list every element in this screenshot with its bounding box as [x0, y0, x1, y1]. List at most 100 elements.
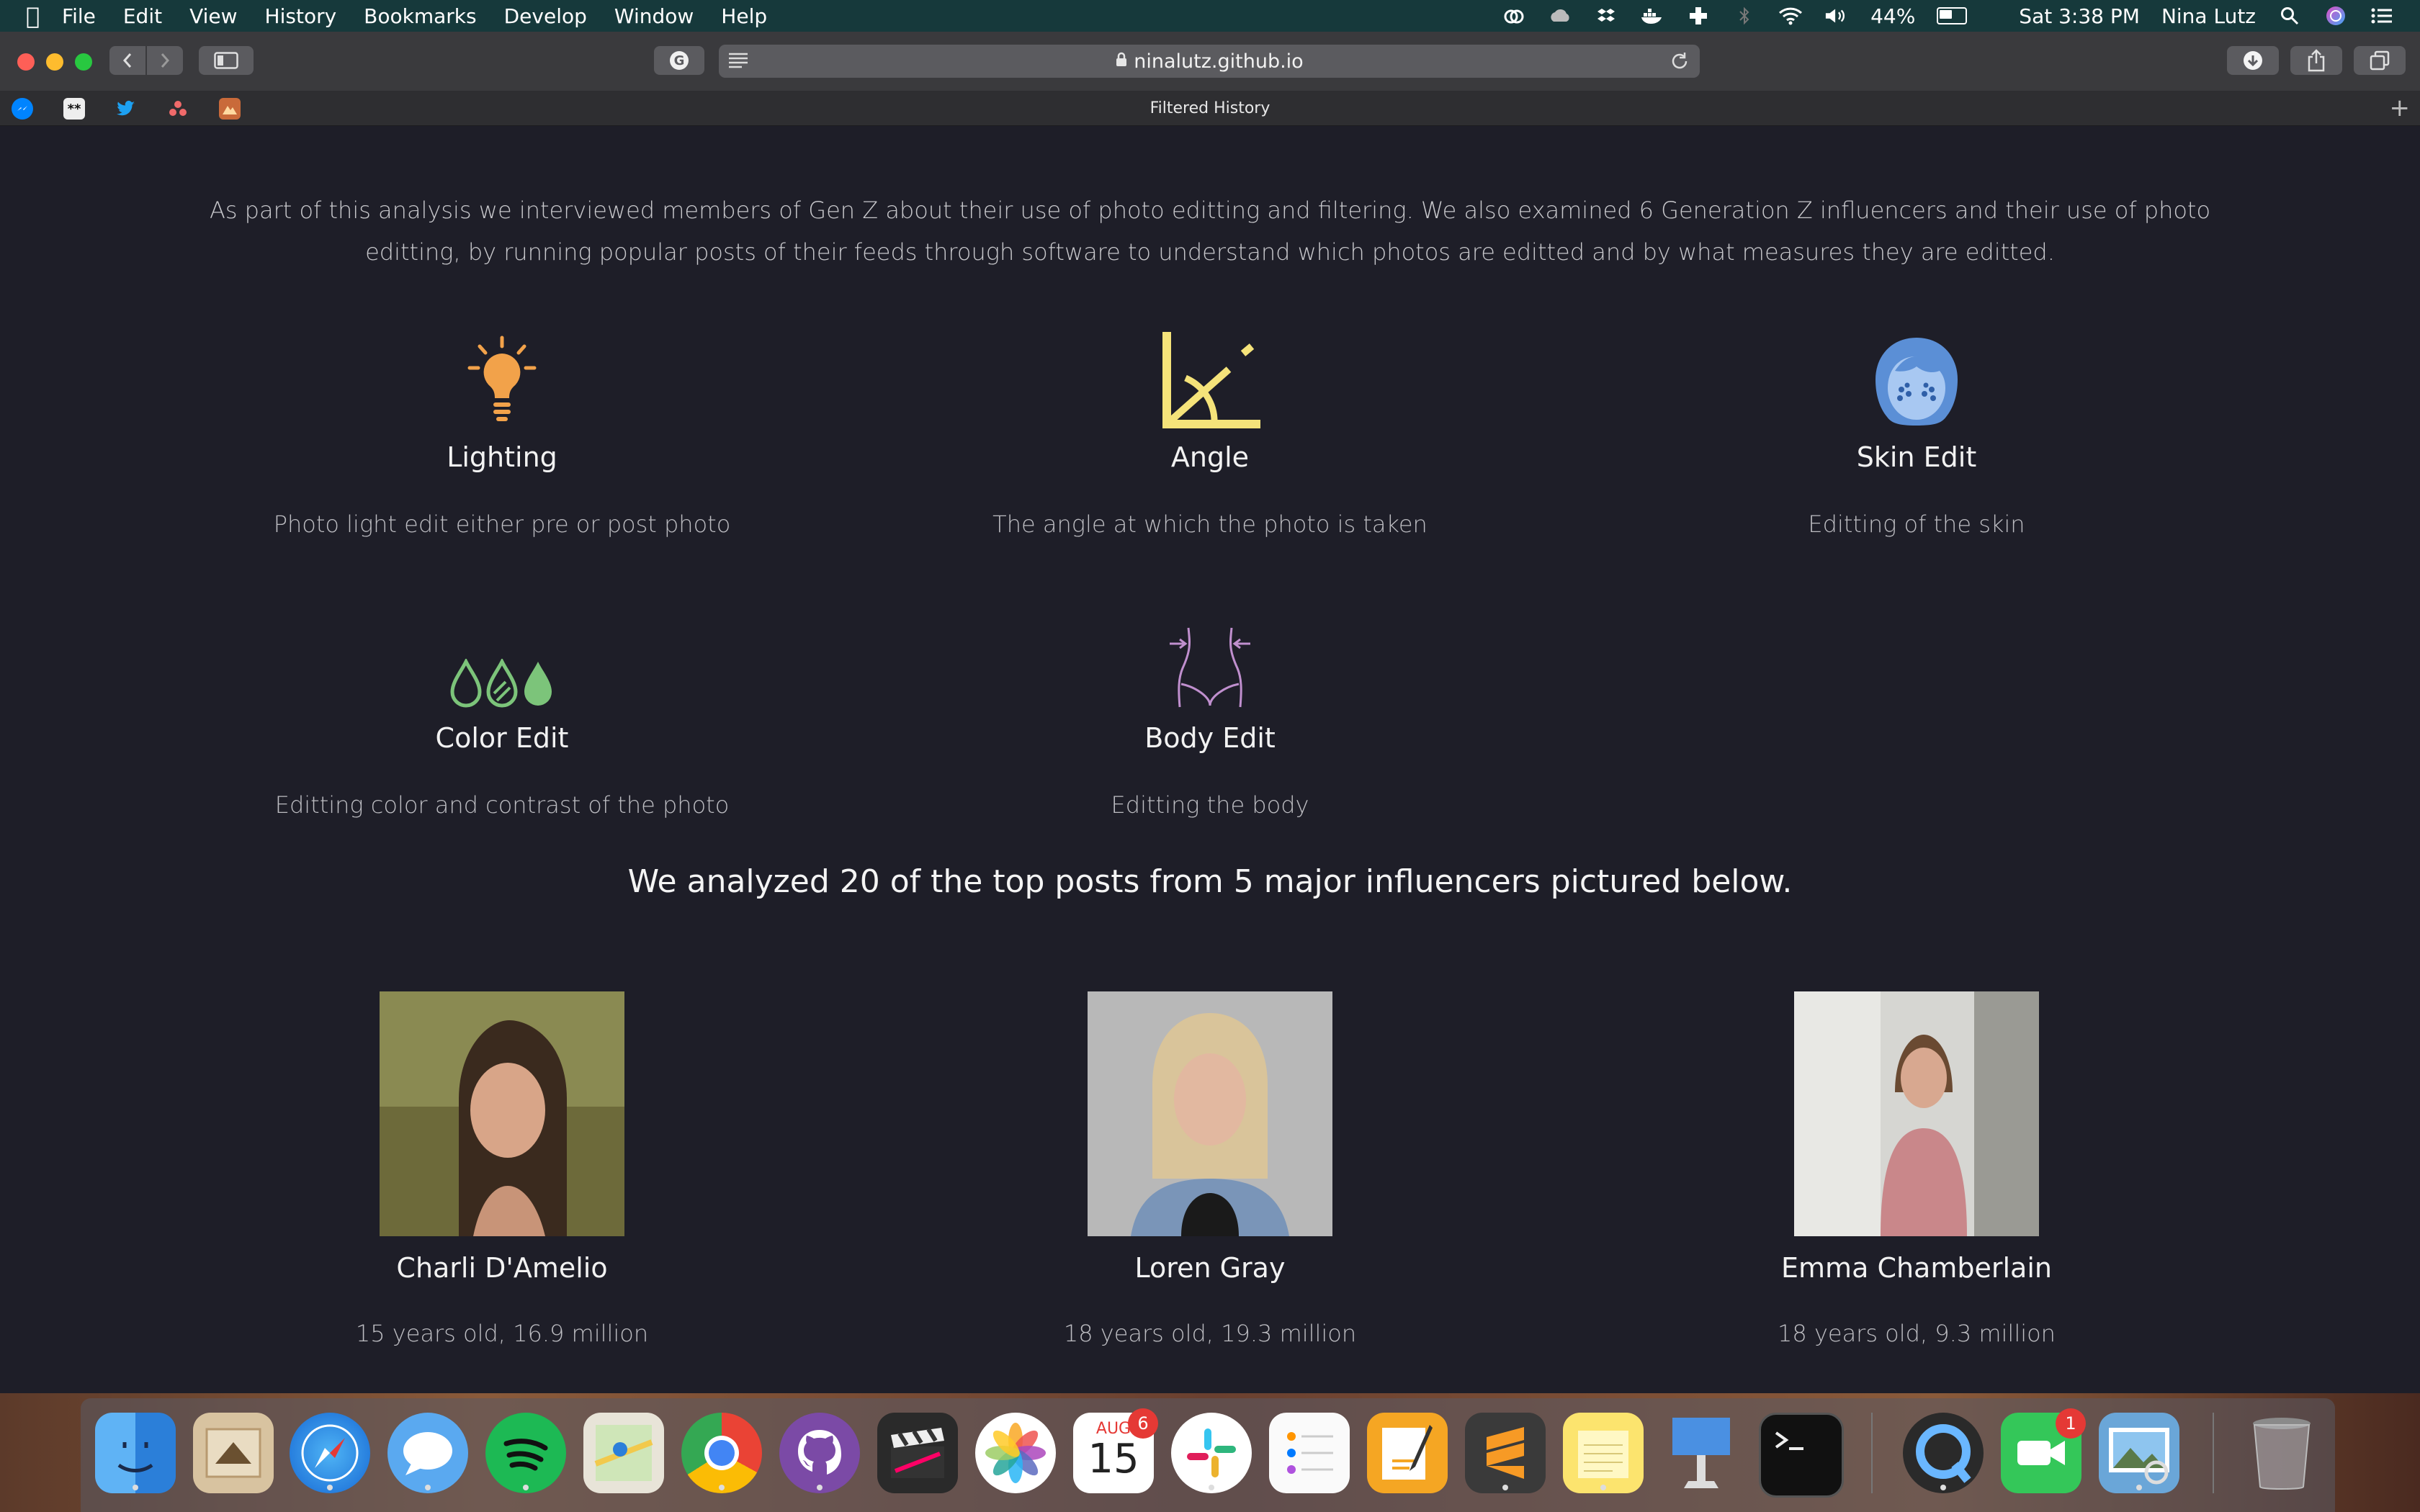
dock-notes[interactable]	[1563, 1413, 1644, 1493]
dock-divider	[1871, 1413, 1873, 1493]
dock-messages[interactable]	[387, 1413, 468, 1493]
influencer-photo	[1794, 991, 2039, 1236]
active-tab[interactable]: Filtered History	[0, 99, 2420, 117]
dock-trash[interactable]	[2241, 1413, 2322, 1493]
user-name[interactable]: Nina Lutz	[2161, 4, 2256, 28]
feature-title: Skin Edit	[1856, 441, 1977, 473]
chrome-icon	[704, 1436, 739, 1470]
battery-icon[interactable]	[1937, 7, 1968, 24]
zoom-window-button[interactable]	[75, 53, 92, 71]
dock-maps[interactable]	[583, 1413, 664, 1493]
dock-reminders[interactable]	[1269, 1413, 1350, 1493]
dropbox-icon[interactable]	[1594, 5, 1618, 27]
checklist-icon	[1287, 1432, 1333, 1474]
influencer-card: Charli D'Amelio 15 years old, 16.9 milli…	[250, 991, 754, 1347]
dock-calendar[interactable]: AUG 15 6	[1073, 1408, 1158, 1493]
menu-help[interactable]: Help	[721, 4, 767, 28]
terminal-prompt-icon	[1775, 1431, 1803, 1450]
dock-chrome[interactable]	[681, 1413, 762, 1493]
siri-icon[interactable]	[2323, 5, 2348, 27]
calendar-day: 15	[1088, 1436, 1139, 1482]
downloads-button[interactable]	[2227, 46, 2279, 75]
menu-window[interactable]: Window	[614, 4, 694, 28]
docker-icon[interactable]	[1640, 5, 1664, 27]
calendar-badge: 6	[1128, 1408, 1158, 1439]
sidebar-toggle-button[interactable]	[199, 46, 254, 75]
summary-heading: We analyzed 20 of the top posts from 5 m…	[627, 863, 1793, 900]
feature-title: Body Edit	[1144, 722, 1276, 754]
battery-percent: 44%	[1870, 4, 1916, 28]
dock-divider	[2213, 1413, 2214, 1493]
feature-title: Color Edit	[435, 722, 569, 754]
influencer-stats: 15 years old, 16.9 million	[355, 1320, 649, 1347]
dock: AUG 15 6 1	[81, 1398, 2335, 1512]
influencer-card: Loren Gray 18 years old, 19.3 million	[958, 991, 1462, 1347]
menu-bar:  Safari File Edit View History Bookmark…	[0, 0, 2420, 67]
sidebar-icon	[214, 52, 238, 69]
photo-preview-icon	[2109, 1428, 2169, 1485]
notepad-icon	[1578, 1431, 1628, 1478]
clock[interactable]: Sat 3:38 PM	[2019, 4, 2140, 28]
clapperboard-icon	[891, 1428, 944, 1478]
feature-description: Editting color and contrast of the photo	[274, 791, 730, 819]
chevron-right-icon	[161, 53, 170, 68]
compass-icon	[301, 1424, 359, 1482]
influencer-name: Charli D'Amelio	[396, 1252, 608, 1284]
menu-develop[interactable]: Develop	[504, 4, 587, 28]
body-icon	[1170, 627, 1250, 708]
menu-bookmarks[interactable]: Bookmarks	[364, 4, 476, 28]
cloud-upload-icon[interactable]	[1548, 5, 1572, 27]
dock-slack[interactable]	[1171, 1413, 1252, 1493]
menu-edit[interactable]: Edit	[123, 4, 162, 28]
influencer-name: Loren Gray	[1134, 1252, 1286, 1284]
dock-mail[interactable]	[193, 1413, 274, 1493]
notification-center-icon[interactable]	[2370, 5, 2394, 27]
feature-angle: Angle The angle at which the photo is ta…	[958, 320, 1462, 538]
web-page: As part of this analysis we interviewed …	[0, 126, 2420, 1393]
dock-safari[interactable]	[290, 1413, 370, 1493]
wifi-icon[interactable]	[1778, 5, 1803, 27]
feature-description: Editting of the skin	[1808, 510, 2025, 538]
dock-keynote[interactable]	[1661, 1413, 1742, 1493]
dock-spotify[interactable]	[485, 1413, 566, 1493]
dock-github-desktop[interactable]	[779, 1413, 860, 1493]
reload-icon[interactable]	[1670, 51, 1690, 76]
volume-icon[interactable]	[1824, 5, 1849, 27]
menu-history[interactable]: History	[265, 4, 337, 28]
dock-pages[interactable]	[1367, 1413, 1448, 1493]
podium-icon	[1672, 1418, 1730, 1488]
dock-photos[interactable]	[975, 1413, 1056, 1493]
address-bar[interactable]: ninalutz.github.io	[719, 45, 1700, 78]
tabs-icon	[2370, 50, 2390, 71]
dock-sublime-text[interactable]	[1465, 1413, 1546, 1493]
dock-final-cut[interactable]	[877, 1413, 958, 1493]
reader-mode-icon[interactable]	[727, 51, 749, 75]
forward-button[interactable]	[147, 46, 183, 75]
plus-cross-icon[interactable]	[1686, 5, 1711, 27]
close-window-button[interactable]	[17, 53, 35, 71]
angle-icon	[1162, 332, 1260, 428]
spotlight-search-icon[interactable]	[2277, 5, 2302, 27]
dock-terminal[interactable]	[1759, 1413, 1844, 1498]
drops-icon	[450, 659, 552, 708]
share-button[interactable]	[2290, 46, 2342, 75]
menu-view[interactable]: View	[189, 4, 237, 28]
download-icon	[2244, 51, 2262, 70]
bluetooth-icon[interactable]	[1732, 5, 1757, 27]
dock-finder[interactable]	[95, 1413, 176, 1493]
feature-description: Photo light edit either pre or post phot…	[273, 510, 731, 538]
intro-paragraph: As part of this analysis we interviewed …	[209, 197, 2211, 266]
new-tab-plus-icon[interactable]: +	[2390, 94, 2411, 122]
feature-body-edit: Body Edit Editting the body	[958, 601, 1462, 819]
back-button[interactable]	[109, 46, 145, 75]
dock-facetime[interactable]: 1	[2001, 1408, 2086, 1493]
grammarly-extension-button[interactable]: G	[654, 46, 704, 75]
influencer-card: Emma Chamberlain 18 years old, 9.3 milli…	[1664, 991, 2169, 1347]
tab-bar: ** Filtered History +	[0, 91, 2420, 126]
creative-cloud-icon[interactable]	[1502, 5, 1526, 27]
dock-quicktime[interactable]	[1903, 1413, 1984, 1493]
github-octocat-icon	[798, 1430, 841, 1475]
dock-preview[interactable]	[2099, 1413, 2179, 1493]
tab-overview-button[interactable]	[2354, 46, 2406, 75]
minimize-window-button[interactable]	[46, 53, 63, 71]
